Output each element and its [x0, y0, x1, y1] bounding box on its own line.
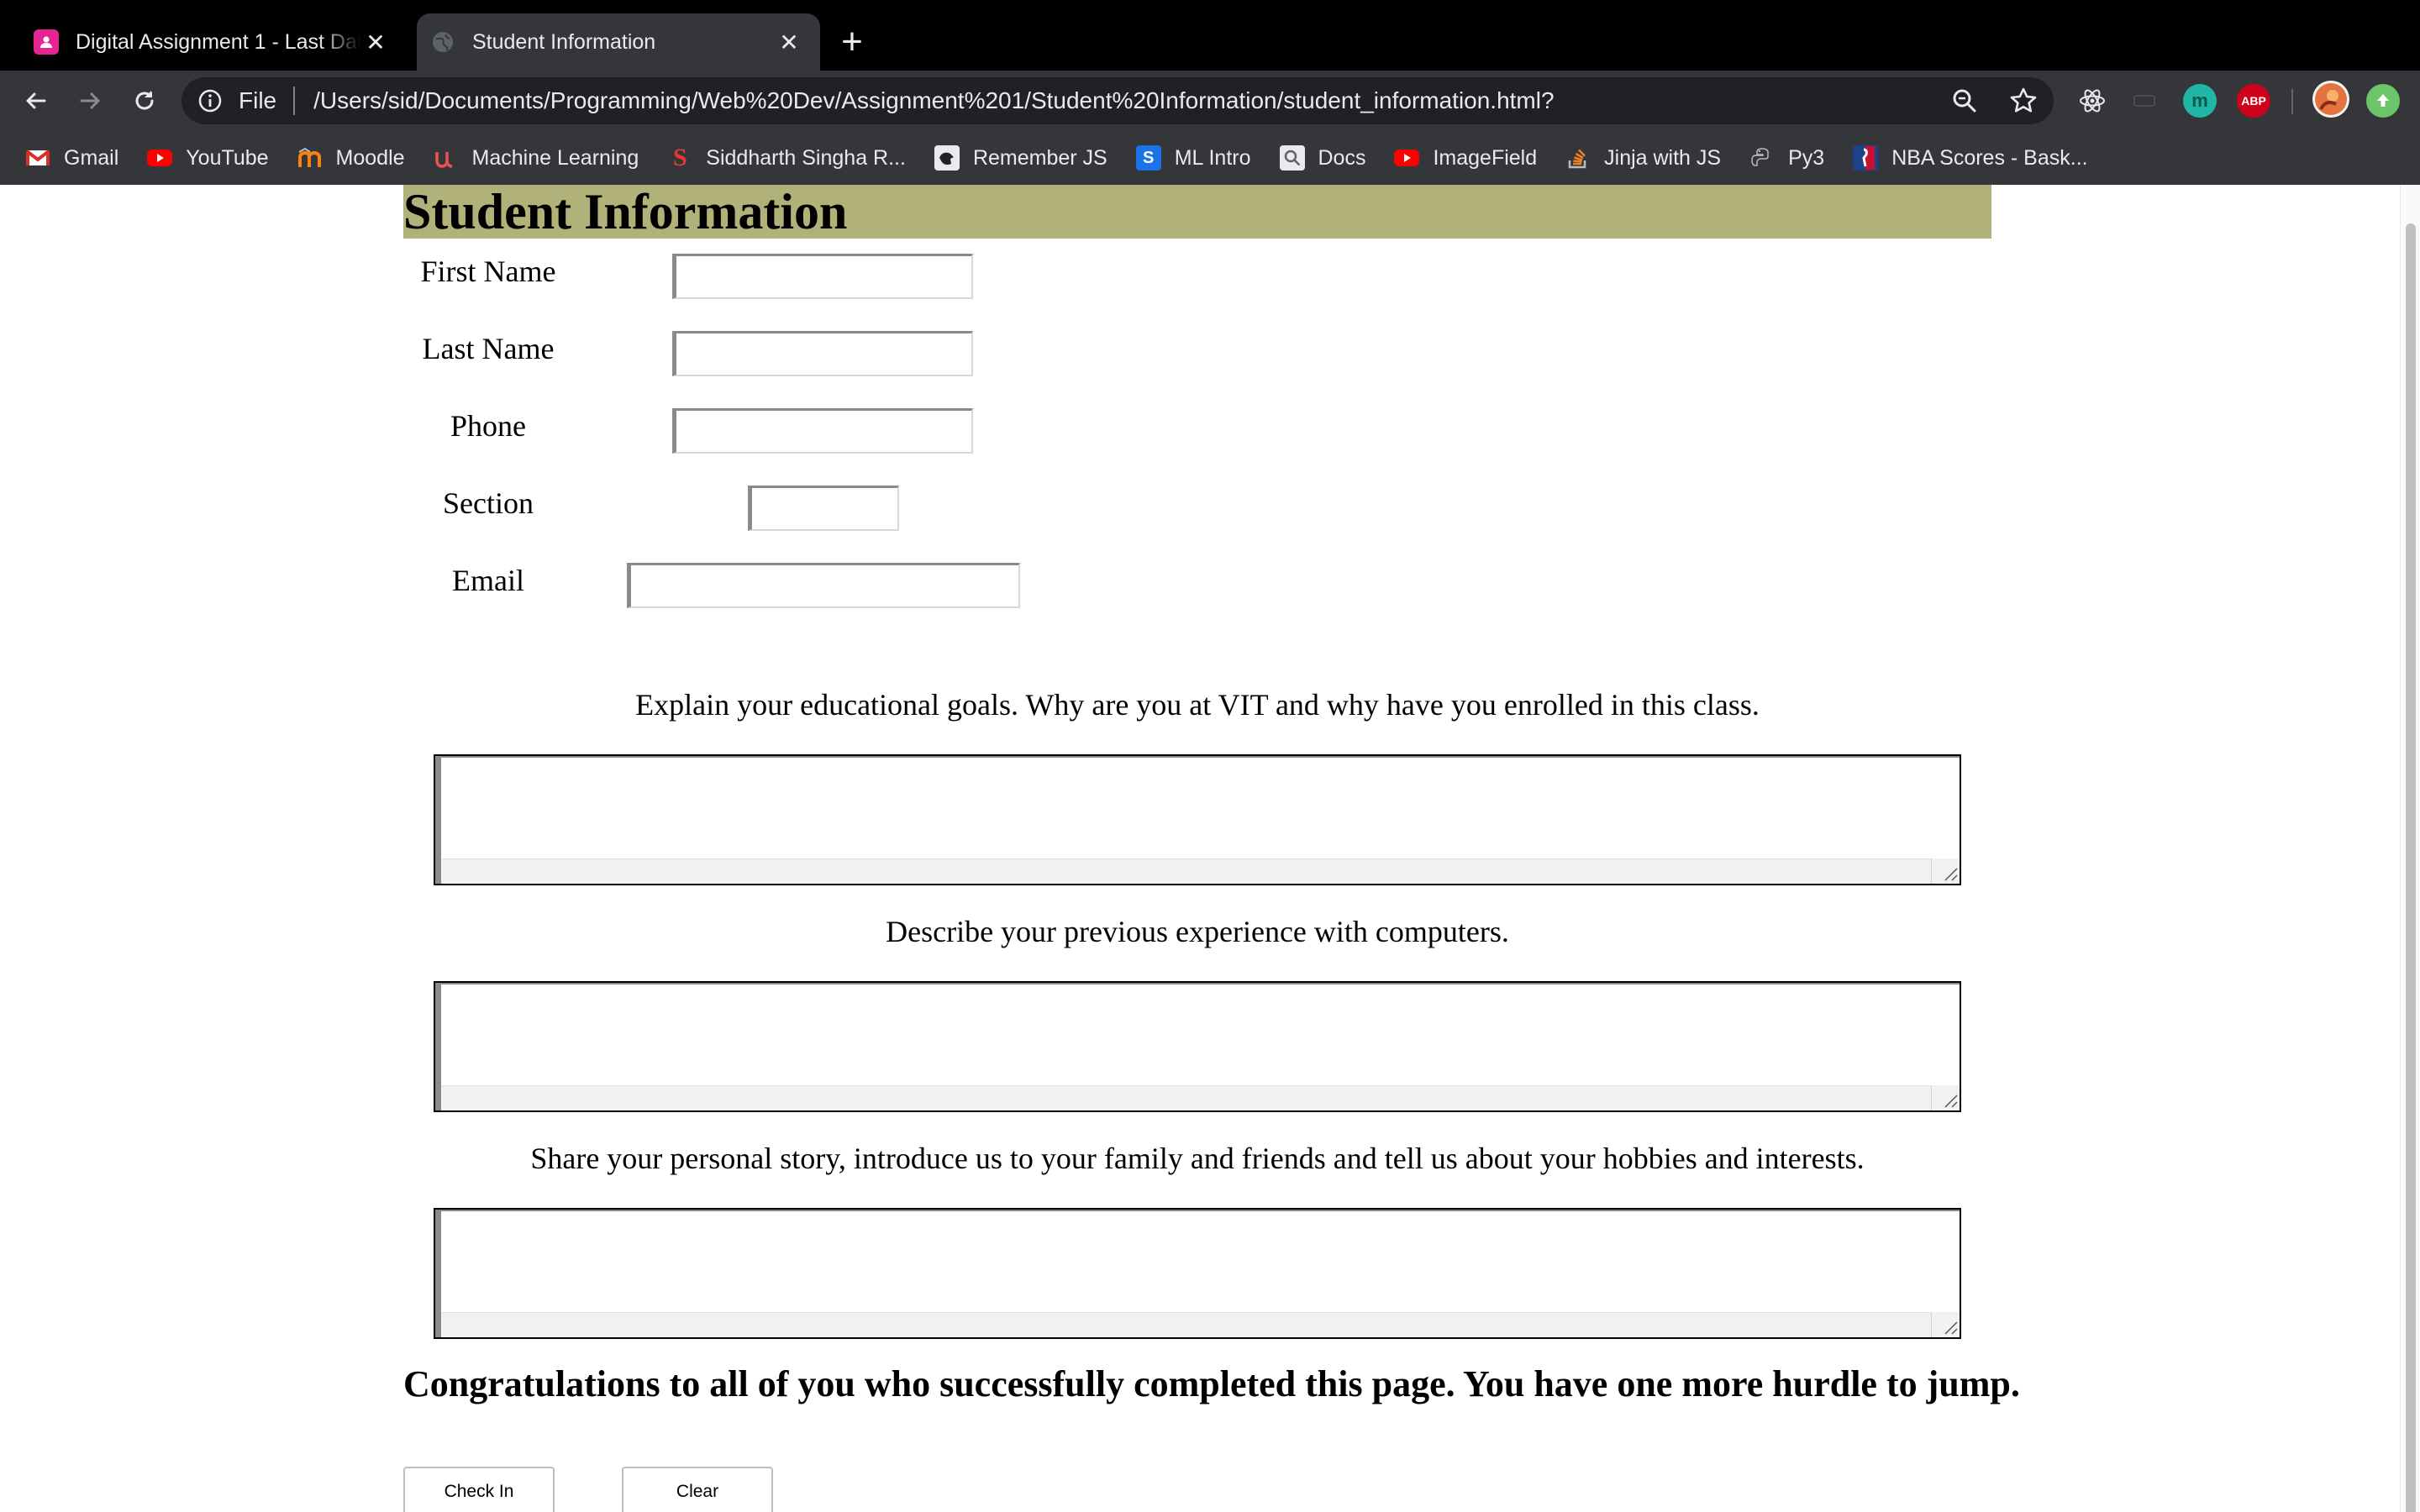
textarea-scrollbar[interactable] [441, 858, 1960, 884]
textarea-scrollbar[interactable] [441, 1312, 1960, 1337]
first-name-input[interactable] [672, 254, 973, 299]
udemy-icon [434, 145, 459, 171]
s-square-icon: S [1135, 145, 1161, 171]
scrollbar-thumb[interactable] [2406, 223, 2416, 1512]
react-devtools-icon[interactable] [2075, 84, 2109, 118]
youtube-icon [1394, 145, 1420, 171]
email-label: Email [452, 564, 524, 597]
url-text[interactable]: /Users/sid/Documents/Programming/Web%20D… [313, 87, 1554, 114]
bookmark-label: Py3 [1788, 145, 1825, 170]
search-doc-icon [1279, 145, 1305, 171]
tab-digital-assignment[interactable]: Digital Assignment 1 - Last Date ✕ [20, 13, 407, 71]
bookmark-moodle[interactable]: Moodle [297, 145, 405, 171]
phone-input[interactable] [672, 408, 973, 454]
bookmark-label: YouTube [186, 145, 269, 170]
bookmark-label: NBA Scores - Bask... [1891, 145, 2088, 170]
nba-icon [1853, 145, 1879, 171]
bookmark-machine-learning[interactable]: Machine Learning [434, 145, 639, 171]
educational-goals-question: Explain your educational goals. Why are … [635, 688, 1760, 722]
python-icon [1749, 145, 1775, 171]
tab-title: Digital Assignment 1 - Last Date [76, 29, 361, 54]
bookmark-star-icon[interactable] [2007, 84, 2040, 123]
remember-icon [934, 145, 960, 171]
globe-icon [430, 29, 455, 55]
moodle-icon [297, 145, 323, 171]
computer-experience-textarea[interactable] [434, 981, 1961, 1112]
dimmed-extension-icon[interactable] [2128, 84, 2161, 118]
bookmark-remember-js[interactable]: Remember JS [934, 145, 1107, 171]
bookmark-label: ImageField [1433, 145, 1538, 170]
page-viewport: Student Information First Name Last Name… [0, 185, 2420, 1512]
email-input[interactable] [627, 563, 1020, 608]
forward-arrow-icon[interactable] [72, 82, 109, 119]
personal-story-textarea[interactable] [434, 1208, 1961, 1339]
bookmark-siddharth[interactable]: S Siddharth Singha R... [667, 144, 906, 171]
bookmark-nba[interactable]: NBA Scores - Bask... [1853, 145, 2088, 171]
classroom-icon [34, 29, 59, 55]
profile-avatar[interactable] [2312, 81, 2349, 118]
url-scheme: File [239, 87, 277, 113]
zoom-icon[interactable] [1948, 84, 1981, 123]
clear-button[interactable]: Clear [622, 1467, 773, 1512]
new-tab-plus-icon[interactable]: + [834, 24, 871, 60]
m-extension-icon[interactable]: m [2183, 84, 2217, 118]
bookmark-label: Remember JS [972, 145, 1107, 170]
tab-title: Student Information [472, 29, 656, 54]
bookmark-py3[interactable]: Py3 [1749, 145, 1824, 171]
bookmark-youtube[interactable]: YouTube [147, 145, 269, 171]
textarea-scrollbar[interactable] [441, 1085, 1960, 1110]
page-scrollbar[interactable] [2400, 185, 2420, 1512]
computer-experience-question: Describe your previous experience with c… [886, 915, 1509, 948]
educational-goals-textarea[interactable] [434, 754, 1961, 885]
tab-strip: Digital Assignment 1 - Last Date ✕ Stude… [0, 0, 2420, 71]
resize-grip-icon[interactable] [1931, 1085, 1960, 1110]
abp-label: ABP [2241, 94, 2266, 108]
last-name-label: Last Name [422, 332, 555, 365]
update-arrow-icon[interactable] [2366, 84, 2400, 118]
bookmark-imagefield[interactable]: ImageField [1394, 145, 1537, 171]
last-name-input[interactable] [672, 331, 973, 376]
back-arrow-icon[interactable] [17, 82, 54, 119]
personal-story-question: Share your personal story, introduce us … [530, 1142, 1865, 1175]
section-input[interactable] [748, 486, 899, 531]
toolbar-divider [2291, 89, 2293, 114]
phone-label: Phone [450, 409, 526, 443]
bookmark-label: Siddharth Singha R... [706, 145, 906, 170]
address-separator [293, 87, 296, 115]
section-label: Section [443, 486, 534, 520]
stackoverflow-icon [1565, 145, 1591, 171]
tab-student-information[interactable]: Student Information ✕ [417, 13, 820, 71]
info-icon[interactable] [197, 87, 224, 114]
bookmark-label: Docs [1318, 145, 1366, 170]
bookmark-label: Machine Learning [471, 145, 639, 170]
bookmark-label: ML Intro [1174, 145, 1251, 170]
adblock-plus-icon[interactable]: ABP [2237, 84, 2270, 118]
resize-grip-icon[interactable] [1931, 1312, 1960, 1337]
bookmark-label: Gmail [64, 145, 119, 170]
bookmark-ml-intro[interactable]: S ML Intro [1135, 145, 1251, 171]
check-in-button[interactable]: Check In [403, 1467, 555, 1512]
congratulations-message: Congratulations to all of you who succes… [403, 1363, 2020, 1404]
m-extension-label: m [2191, 90, 2208, 111]
page-title: Student Information [403, 185, 1991, 239]
bookmark-gmail[interactable]: Gmail [25, 145, 118, 171]
bookmark-docs[interactable]: Docs [1279, 145, 1366, 171]
close-tab-icon[interactable]: ✕ [361, 28, 390, 56]
gmail-icon [25, 145, 50, 171]
bookmarks-bar: Gmail YouTube Moodle Machine Learning S … [0, 131, 2420, 185]
bookmark-label: Moodle [335, 145, 405, 170]
bookmark-label: Jinja with JS [1604, 145, 1722, 170]
bookmark-jinja[interactable]: Jinja with JS [1565, 145, 1721, 171]
close-tab-icon[interactable]: ✕ [775, 28, 803, 56]
address-bar[interactable]: File /Users/sid/Documents/Programming/We… [182, 77, 2054, 124]
reload-icon[interactable] [126, 82, 163, 119]
youtube-icon [147, 145, 173, 171]
first-name-label: First Name [420, 255, 556, 288]
resize-grip-icon[interactable] [1931, 858, 1960, 884]
s-logo-icon: S [672, 144, 687, 171]
